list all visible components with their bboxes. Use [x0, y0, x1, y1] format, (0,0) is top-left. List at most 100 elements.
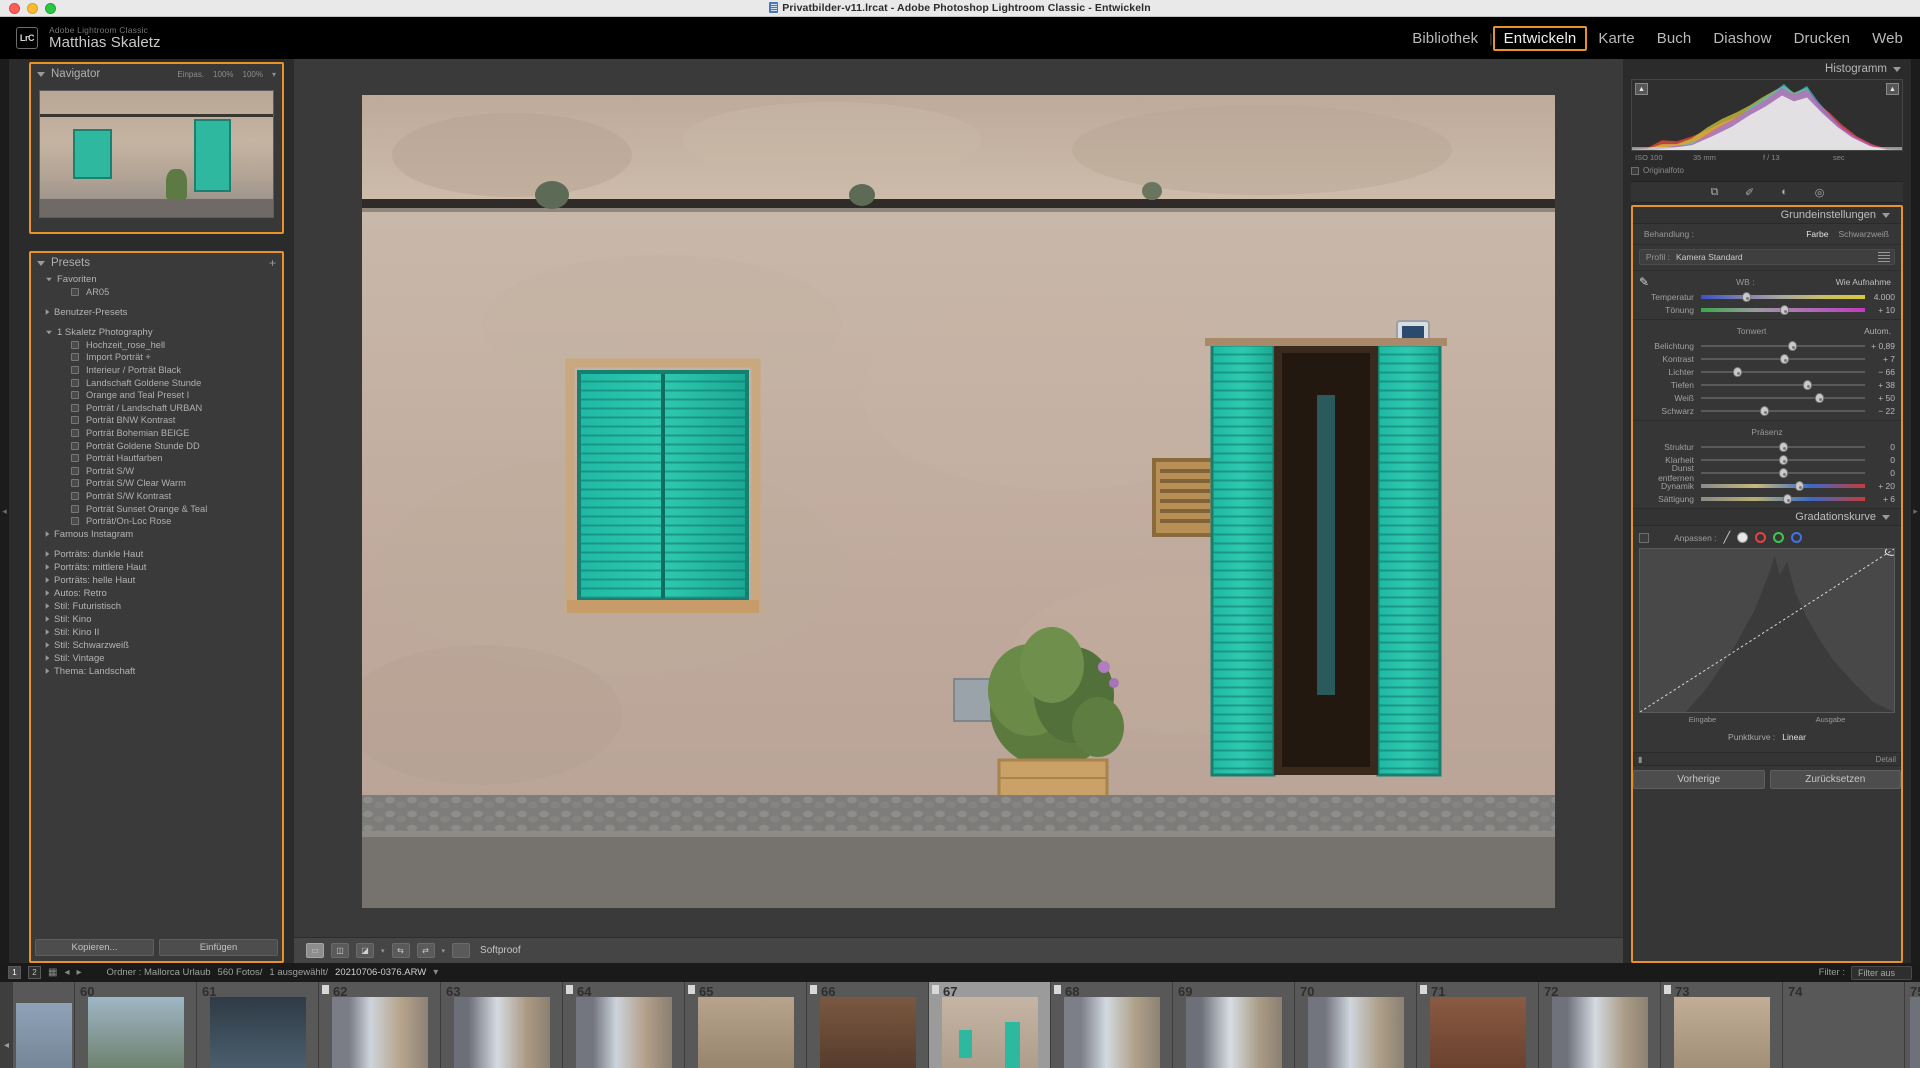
module-buch[interactable]: Buch — [1646, 26, 1703, 51]
slider-row[interactable]: Schwarz − 22 — [1639, 404, 1895, 417]
chevron-right-icon[interactable] — [46, 590, 50, 596]
preset-item[interactable]: AR05 — [31, 286, 282, 299]
module-entwickeln[interactable]: Entwickeln — [1493, 26, 1588, 51]
histogram-chart[interactable]: ▲ ▲ — [1631, 79, 1903, 151]
module-karte[interactable]: Karte — [1587, 26, 1645, 51]
basic-panel-header[interactable]: Grundeinstellungen — [1633, 207, 1901, 224]
preset-group-thema-landschaft[interactable]: Thema: Landschaft — [31, 665, 282, 678]
chevron-right-icon[interactable] — [46, 668, 50, 674]
slider-row[interactable]: Tönung + 10 — [1639, 303, 1895, 316]
slider-row[interactable]: Weiß + 50 — [1639, 391, 1895, 404]
screen-2-button[interactable]: 2 — [28, 966, 41, 979]
point-curve-icon[interactable] — [1737, 532, 1748, 543]
detail-panel-header[interactable]: ▮ Detail — [1633, 752, 1901, 766]
chevron-down-icon[interactable] — [1882, 213, 1890, 218]
before-after-dropdown-icon[interactable]: ▾ — [381, 947, 385, 955]
navigate-back-icon[interactable]: ◂ — [64, 967, 69, 978]
preset-group-portraits-mittlere-haut[interactable]: Porträts: mittlere Haut — [31, 561, 282, 574]
original-photo-row[interactable]: Originalfoto — [1631, 164, 1903, 177]
previous-button[interactable]: Vorherige — [1633, 770, 1765, 789]
chevron-down-icon[interactable] — [46, 330, 52, 334]
filmstrip-cell[interactable]: 71 — [1417, 982, 1539, 1068]
filmstrip-thumbnail[interactable] — [1186, 997, 1282, 1068]
filmstrip-thumbnail[interactable] — [88, 997, 184, 1068]
filmstrip-cell[interactable]: 64 — [563, 982, 685, 1068]
zoom-dropdown-icon[interactable]: ▾ — [272, 70, 276, 79]
filmstrip-cell[interactable]: 68 — [1051, 982, 1173, 1068]
filmstrip-thumbnail[interactable] — [16, 1003, 72, 1068]
grid-view-icon[interactable]: ▦ — [48, 967, 57, 978]
filmstrip-thumbnail[interactable] — [942, 997, 1038, 1068]
copy-dropdown-icon[interactable]: ▾ — [442, 947, 446, 955]
preset-group-benutzer-presets[interactable]: Benutzer-Presets — [31, 306, 282, 319]
blacks-value[interactable]: − 22 — [1865, 406, 1895, 416]
detail-collapse-icon[interactable]: ▮ — [1638, 755, 1642, 764]
treatment-row[interactable]: Behandlung : Farbe Schwarzweiß — [1639, 226, 1895, 241]
dehaze-slider[interactable] — [1701, 467, 1865, 478]
profile-browser-icon[interactable] — [1878, 252, 1890, 262]
white-balance-value[interactable]: Wie Aufnahme — [1836, 277, 1895, 287]
whites-value[interactable]: + 50 — [1865, 393, 1895, 403]
filmstrip-scroll-left[interactable]: ◂ — [0, 982, 13, 1068]
preset-item[interactable]: Porträt Bohemian BEIGE — [31, 427, 282, 440]
filmstrip-cell-selected[interactable]: 67 — [929, 982, 1051, 1068]
highlight-clipping-icon[interactable]: ▲ — [1886, 83, 1899, 95]
presets-header[interactable]: Presets + — [31, 253, 282, 273]
module-drucken[interactable]: Drucken — [1783, 26, 1862, 51]
filmstrip-thumbnail[interactable] — [454, 997, 550, 1068]
clarity-slider[interactable] — [1701, 454, 1865, 465]
filmstrip-thumbnail[interactable] — [1910, 997, 1920, 1068]
contrast-slider[interactable] — [1701, 353, 1865, 364]
preset-item[interactable]: Porträt Goldene Stunde DD — [31, 439, 282, 452]
filmstrip-thumbnail[interactable] — [698, 997, 794, 1068]
module-bibliothek[interactable]: Bibliothek — [1401, 26, 1489, 51]
red-eye-tool-icon[interactable]: ◎ — [1812, 185, 1827, 200]
filmstrip-cell[interactable]: 72 — [1539, 982, 1661, 1068]
navigator-preview-wrap[interactable] — [31, 84, 282, 232]
auto-tone-button[interactable]: Autom. — [1864, 326, 1895, 336]
profile-row[interactable]: Profil : Kamera Standard — [1639, 249, 1895, 265]
current-filename[interactable]: 20210706-0376.ARW — [335, 967, 426, 978]
preset-item[interactable]: Porträt/On-Loc Rose — [31, 515, 282, 528]
texture-slider[interactable] — [1701, 441, 1865, 452]
folder-info[interactable]: Ordner : Mallorca Urlaub — [107, 967, 211, 978]
tool-strip[interactable]: ⧉ ✐ ◐ ◎ — [1631, 181, 1903, 203]
parametric-curve-icon[interactable]: ╱ — [1724, 531, 1731, 544]
filename-dropdown-icon[interactable]: ▾ — [433, 967, 438, 978]
preset-item[interactable]: Porträt / Landschaft URBAN — [31, 402, 282, 415]
preset-item[interactable]: Porträt S/W Kontrast — [31, 490, 282, 503]
filmstrip-thumbnail[interactable] — [1308, 997, 1404, 1068]
chevron-down-icon[interactable] — [46, 278, 52, 282]
shadow-clipping-icon[interactable]: ▲ — [1635, 83, 1648, 95]
original-photo-checkbox[interactable] — [1631, 167, 1639, 175]
tint-value[interactable]: + 10 — [1865, 305, 1895, 315]
chevron-right-icon[interactable] — [46, 603, 50, 609]
red-channel-icon[interactable] — [1755, 532, 1766, 543]
filmstrip-cell[interactable] — [13, 982, 75, 1068]
blacks-slider[interactable] — [1701, 405, 1865, 416]
slider-row[interactable]: Belichtung + 0,89 — [1639, 339, 1895, 352]
temperature-slider[interactable] — [1701, 291, 1865, 302]
shadows-value[interactable]: + 38 — [1865, 380, 1895, 390]
flag-icon[interactable] — [688, 985, 695, 994]
masking-tool-icon[interactable]: ◐ — [1777, 185, 1792, 200]
slider-row[interactable]: Kontrast + 7 — [1639, 352, 1895, 365]
preset-item[interactable]: Interieur / Porträt Black — [31, 364, 282, 377]
filter-dropdown[interactable]: Filter aus — [1851, 966, 1912, 980]
filmstrip-thumbnail[interactable] — [332, 997, 428, 1068]
filmstrip-thumbnail[interactable] — [1064, 997, 1160, 1068]
preset-item[interactable]: Porträt S/W — [31, 465, 282, 478]
filmstrip-thumbnail[interactable] — [576, 997, 672, 1068]
tone-curve-toolbar[interactable]: Anpassen : ╱ — [1639, 530, 1895, 545]
flag-icon[interactable] — [810, 985, 817, 994]
chevron-right-icon[interactable] — [46, 655, 50, 661]
navigator-zoom-levels[interactable]: Einpas. 100% 100% ▾ — [177, 70, 276, 79]
photo-preview[interactable] — [362, 95, 1555, 908]
screen-1-button[interactable]: 1 — [8, 966, 21, 979]
chevron-down-icon[interactable] — [37, 261, 45, 266]
before-after-left-right-icon[interactable]: ◫ — [331, 943, 349, 958]
chevron-right-icon[interactable] — [46, 309, 50, 315]
chevron-right-icon[interactable] — [46, 564, 50, 570]
treatment-option-schwarzweiss[interactable]: Schwarzweiß — [1838, 229, 1889, 239]
module-diashow[interactable]: Diashow — [1702, 26, 1782, 51]
